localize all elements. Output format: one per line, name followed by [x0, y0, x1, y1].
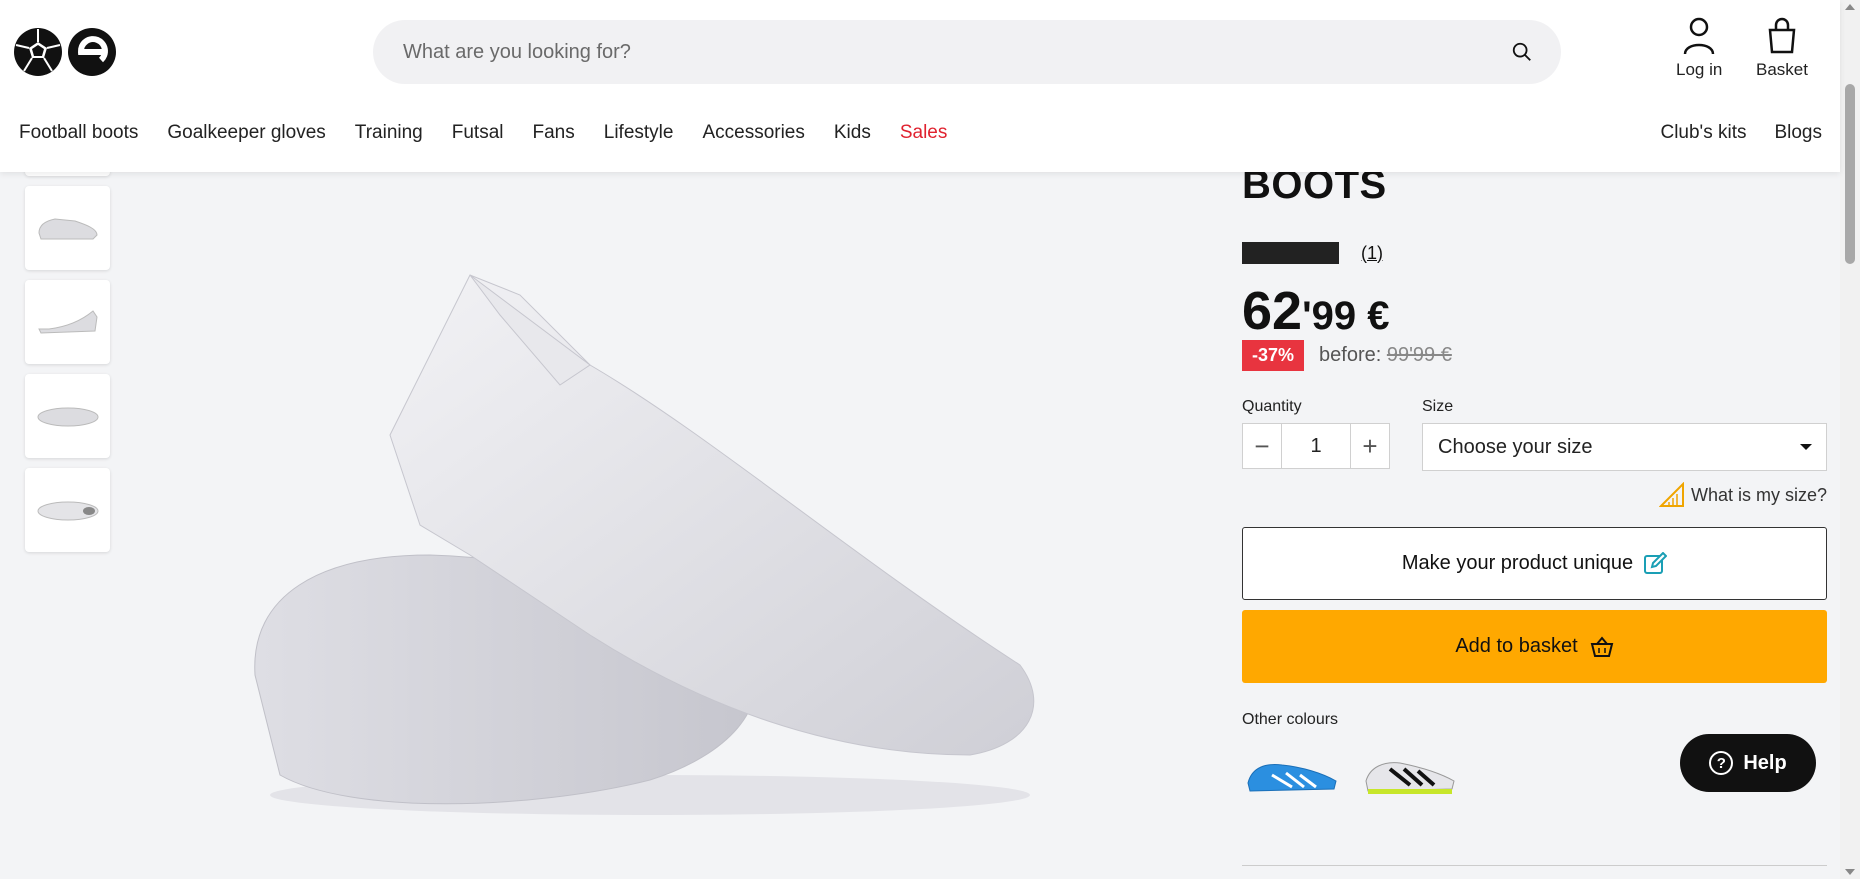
main-nav: Football boots Goalkeeper gloves Trainin…: [19, 122, 976, 144]
boot-side-thumbnail: [37, 218, 98, 240]
quantity-input[interactable]: 1: [1281, 424, 1351, 468]
product-price: 62'99 €: [1242, 280, 1389, 342]
section-divider: [1242, 865, 1827, 866]
size-dropdown-value: Choose your size: [1438, 435, 1593, 458]
search-icon[interactable]: [1511, 41, 1533, 63]
nav-clubs-kits[interactable]: Club's kits: [1660, 122, 1746, 144]
thumbnail-4[interactable]: [25, 374, 110, 458]
colour-variants: [1242, 745, 1460, 801]
scroll-up-icon[interactable]: [1845, 4, 1855, 10]
boot-top-thumbnail: [37, 407, 98, 427]
football-boot-image: [254, 274, 1035, 815]
increase-quantity-button[interactable]: +: [1351, 424, 1389, 468]
nav-fans[interactable]: Fans: [533, 122, 575, 144]
other-colours-label: Other colours: [1242, 711, 1339, 728]
nav-football-boots[interactable]: Football boots: [19, 122, 138, 144]
basket-label: Basket: [1756, 60, 1808, 79]
add-to-basket-button[interactable]: Add to basket: [1242, 610, 1827, 683]
price-decimal: '99 €: [1302, 294, 1390, 338]
size-guide-label: What is my size?: [1690, 484, 1827, 505]
thumbnail-2[interactable]: [25, 186, 110, 270]
rating-stars: [1242, 242, 1339, 264]
old-price: 99'99 €: [1386, 344, 1452, 366]
nav-futsal[interactable]: Futsal: [452, 122, 504, 144]
search-bar[interactable]: [373, 20, 1561, 84]
thumbnail-3[interactable]: [25, 280, 110, 364]
price-integer: 62: [1242, 281, 1303, 341]
old-price-info: before: 99'99 €: [1319, 344, 1452, 367]
caret-down-icon: [1800, 444, 1812, 450]
nav-blogs[interactable]: Blogs: [1774, 122, 1822, 144]
add-to-basket-label: Add to basket: [1455, 635, 1578, 657]
colour-variant-white-black[interactable]: [1360, 745, 1460, 801]
quantity-label: Quantity: [1242, 398, 1302, 415]
login-button[interactable]: Log in: [1676, 16, 1722, 80]
site-logo[interactable]: [14, 28, 116, 76]
basket-icon: [1590, 635, 1613, 657]
discount-row: -37% before: 99'99 €: [1242, 340, 1452, 371]
nav-kids[interactable]: Kids: [834, 122, 871, 144]
edit-icon: [1644, 551, 1668, 574]
discount-badge: -37%: [1242, 340, 1305, 371]
size-label: Size: [1422, 398, 1454, 415]
help-button[interactable]: ? Help: [1680, 734, 1816, 792]
decrease-quantity-button[interactable]: −: [1243, 424, 1281, 468]
search-input[interactable]: [403, 40, 1403, 64]
boot-outer-thumbnail: [37, 310, 98, 334]
ruler-icon: [1658, 482, 1684, 507]
customize-product-button[interactable]: Make your product unique: [1242, 527, 1827, 600]
nav-sales[interactable]: Sales: [900, 122, 948, 144]
thumbnail-5[interactable]: [25, 468, 110, 552]
help-label: Help: [1743, 751, 1787, 774]
site-header: Log in Basket Football boots Goalkeeper …: [0, 0, 1840, 172]
scroll-down-icon[interactable]: [1845, 869, 1855, 875]
quantity-stepper: − 1 +: [1242, 423, 1390, 469]
login-label: Log in: [1676, 60, 1723, 79]
basket-button[interactable]: Basket: [1756, 16, 1808, 80]
rating-row: (1): [1242, 242, 1383, 264]
nav-lifestyle[interactable]: Lifestyle: [604, 122, 674, 144]
customize-label: Make your product unique: [1401, 552, 1634, 574]
e-logo-icon: [68, 28, 116, 76]
nav-training[interactable]: Training: [355, 122, 423, 144]
boot-sole-thumbnail: [37, 501, 98, 521]
user-icon: [1683, 17, 1715, 55]
scrollbar-thumb[interactable]: [1845, 84, 1855, 264]
page-scrollbar[interactable]: [1840, 0, 1860, 879]
colour-variant-blue[interactable]: [1242, 745, 1342, 801]
before-label: before:: [1319, 344, 1382, 366]
size-dropdown[interactable]: Choose your size: [1422, 423, 1827, 471]
secondary-nav: Club's kits Blogs: [1632, 122, 1822, 144]
review-count-link[interactable]: (1): [1361, 243, 1383, 264]
question-icon: ?: [1709, 751, 1734, 775]
size-guide-link[interactable]: What is my size?: [1658, 482, 1827, 508]
thumbnail-gallery: [25, 140, 110, 552]
nav-accessories[interactable]: Accessories: [702, 122, 804, 144]
shopping-bag-icon: [1768, 17, 1796, 54]
football-logo-icon: [14, 28, 62, 76]
product-main-image[interactable]: [230, 235, 1070, 835]
nav-goalkeeper-gloves[interactable]: Goalkeeper gloves: [167, 122, 325, 144]
